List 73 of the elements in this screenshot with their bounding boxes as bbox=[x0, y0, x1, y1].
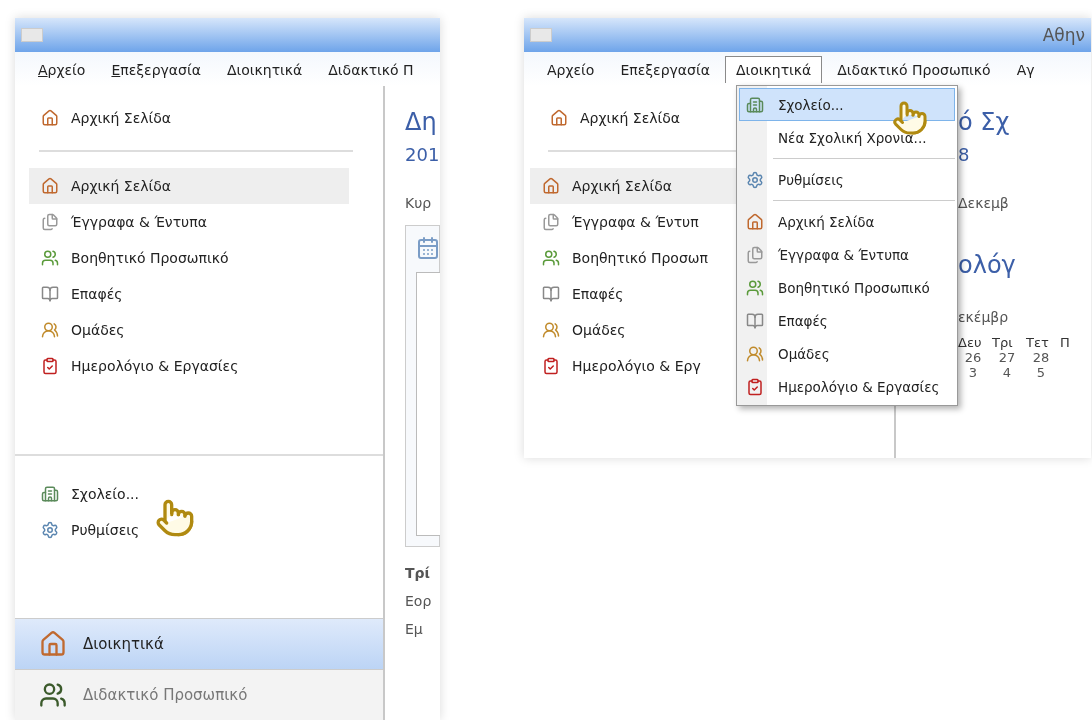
sidebar-item[interactable]: Ομάδες bbox=[29, 312, 349, 348]
house-icon bbox=[41, 177, 59, 195]
page-title: ό Σχ bbox=[958, 108, 1011, 136]
list-row-text: Εμ bbox=[405, 621, 424, 637]
people-icon bbox=[39, 681, 67, 709]
calendar-day[interactable]: 5 bbox=[1026, 365, 1056, 380]
window-title: Αθην bbox=[1042, 25, 1085, 45]
sidebar-action[interactable]: Σχολείο... bbox=[29, 476, 349, 512]
sidebar-item[interactable]: Ημερολόγιο & Εργασίες bbox=[29, 348, 349, 384]
book-icon bbox=[542, 285, 560, 303]
tab-label[interactable]: Κυρ bbox=[405, 195, 440, 211]
building-icon bbox=[41, 485, 59, 503]
window-icon bbox=[21, 28, 43, 42]
list-row-text: Εορ bbox=[405, 593, 433, 609]
navigation-section[interactable]: Διοικητικά bbox=[15, 618, 383, 669]
people-icon bbox=[41, 249, 59, 267]
page-subtitle: 8 bbox=[958, 144, 971, 165]
menu-item[interactable]: Διοικητικά bbox=[215, 55, 314, 83]
weekday-label: Δευ bbox=[958, 335, 983, 350]
calendar-day[interactable]: 26 bbox=[958, 350, 988, 365]
menu-option[interactable]: Σχολείο... bbox=[739, 88, 955, 121]
people-icon bbox=[746, 278, 764, 297]
weekday-label: Τρι bbox=[992, 335, 1014, 350]
list-row-text: Τρί bbox=[405, 565, 432, 581]
house-icon bbox=[550, 109, 568, 127]
menu-item[interactable]: Επεξεργασία bbox=[100, 55, 212, 83]
menu-item[interactable]: Αρχείο bbox=[536, 55, 606, 83]
documents-icon bbox=[746, 245, 764, 264]
menu-item[interactable]: Διδακτικό Προσωπικό bbox=[826, 55, 1002, 83]
group-icon bbox=[542, 321, 560, 339]
calendar-day[interactable]: 3 bbox=[958, 365, 988, 380]
calendar-icon bbox=[416, 236, 440, 260]
hand-cursor-icon bbox=[155, 498, 195, 538]
documents-icon bbox=[41, 213, 59, 231]
menu-item[interactable]: Διδακτικό Π bbox=[317, 55, 425, 83]
sidebar-action[interactable]: Ρυθμίσεις bbox=[29, 512, 349, 548]
building-icon bbox=[746, 95, 764, 114]
sidebar-item[interactable]: Έγγραφα & Έντυπα bbox=[29, 204, 349, 240]
sidebar-item[interactable]: Επαφές bbox=[29, 276, 349, 312]
page-title: Δη bbox=[405, 108, 438, 136]
month-label: εκέμβρ bbox=[958, 309, 1010, 325]
navigation-section[interactable]: Διδακτικό Προσωπικό bbox=[15, 669, 383, 720]
menu-item[interactable]: Επεξεργασία bbox=[609, 55, 721, 83]
calendar-day[interactable]: 4 bbox=[992, 365, 1022, 380]
page-subtitle: 201 bbox=[405, 144, 440, 165]
date-text: Δεκεμβ bbox=[958, 195, 1010, 211]
weekday-label: Π bbox=[1060, 335, 1071, 350]
people-icon bbox=[542, 249, 560, 267]
book-icon bbox=[41, 285, 59, 303]
clipboard-check-icon bbox=[542, 357, 560, 375]
window-icon bbox=[530, 28, 552, 42]
group-icon bbox=[746, 344, 764, 363]
house-icon bbox=[39, 630, 67, 658]
clipboard-check-icon bbox=[746, 377, 764, 396]
menu-item[interactable]: Αρχείο bbox=[27, 55, 97, 83]
menu-item[interactable]: Διοικητικά bbox=[724, 55, 823, 83]
house-icon bbox=[746, 212, 764, 231]
settings-icon bbox=[746, 170, 764, 189]
settings-icon bbox=[41, 521, 59, 539]
sidebar-item[interactable]: Αρχική Σελίδα bbox=[29, 168, 349, 204]
house-icon bbox=[41, 109, 59, 127]
house-icon bbox=[542, 177, 560, 195]
group-icon bbox=[41, 321, 59, 339]
panel-title: ολόγ bbox=[958, 251, 1017, 279]
menu-item[interactable]: Αγ bbox=[1005, 55, 1046, 83]
book-icon bbox=[746, 311, 764, 330]
calendar-day[interactable]: 28 bbox=[1026, 350, 1056, 365]
clipboard-check-icon bbox=[41, 357, 59, 375]
calendar-day[interactable]: 27 bbox=[992, 350, 1022, 365]
sidebar-item[interactable]: Αρχική Σελίδα bbox=[29, 100, 349, 136]
sidebar-item[interactable]: Βοηθητικό Προσωπικό bbox=[29, 240, 349, 276]
documents-icon bbox=[542, 213, 560, 231]
weekday-label: Τετ bbox=[1026, 335, 1050, 350]
